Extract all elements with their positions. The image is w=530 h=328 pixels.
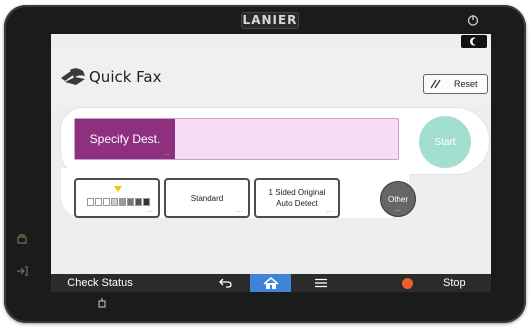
more-dots-icon: …	[163, 150, 171, 157]
touch-screen: Quick Fax Reset Specify Dest. … Start … …	[51, 34, 491, 292]
reset-label: Reset	[454, 79, 478, 89]
density-step	[95, 198, 102, 206]
original-type-button[interactable]: 1 Sided Original Auto Detect …	[254, 178, 340, 218]
media-slot-icon	[98, 298, 106, 308]
energy-saver-button[interactable]	[461, 35, 487, 48]
density-step	[127, 198, 134, 206]
start-label: Start	[434, 136, 456, 148]
specify-destination-button[interactable]: Specify Dest. …	[75, 119, 175, 159]
menu-icon	[315, 278, 327, 288]
system-status-area	[51, 34, 491, 48]
more-dots-icon: …	[146, 207, 154, 214]
back-button[interactable]	[211, 274, 241, 292]
moon-icon	[470, 37, 476, 46]
check-status-button[interactable]: Check Status	[51, 274, 149, 292]
check-status-label: Check Status	[67, 277, 133, 289]
menu-button[interactable]	[306, 274, 336, 292]
density-step	[135, 198, 142, 206]
original-detect-label: Auto Detect	[276, 199, 318, 208]
density-button[interactable]: …	[74, 178, 160, 218]
density-marker-icon	[114, 186, 122, 192]
other-settings-button[interactable]: Other …	[380, 181, 416, 217]
more-dots-icon: …	[394, 206, 402, 213]
home-icon	[262, 276, 279, 289]
density-step	[103, 198, 110, 206]
quick-fax-panel: Specify Dest. … Start … Standard … 1 Sid…	[61, 108, 489, 218]
original-type-label: 1 Sided Original Auto Detect	[269, 187, 326, 209]
resolution-button[interactable]: Standard …	[164, 178, 250, 218]
original-sides-label: 1 Sided Original	[268, 188, 326, 197]
density-step	[143, 198, 150, 206]
brand-logo: LANIER	[241, 12, 299, 29]
home-button[interactable]	[250, 274, 291, 292]
more-dots-icon: …	[236, 207, 244, 214]
login-indicator-icon	[17, 266, 28, 276]
stop-button[interactable]: Stop	[390, 274, 491, 292]
specify-destination-label: Specify Dest.	[89, 132, 161, 146]
reset-button[interactable]: Reset	[423, 74, 488, 94]
system-bar: Check Status Stop	[51, 274, 491, 292]
page-title: Quick Fax	[89, 68, 162, 86]
power-icon[interactable]	[466, 13, 480, 27]
fax-icon	[61, 68, 85, 85]
reset-icon	[430, 79, 441, 89]
density-scale	[87, 198, 150, 206]
stop-icon	[402, 277, 413, 289]
density-step	[119, 198, 126, 206]
more-dots-icon: …	[326, 207, 334, 214]
back-arrow-icon	[219, 278, 232, 288]
data-indicator-icon	[17, 234, 27, 244]
app-header: Quick Fax Reset	[51, 48, 491, 108]
density-step	[111, 198, 118, 206]
start-button[interactable]: Start	[419, 116, 471, 168]
resolution-label: Standard	[190, 193, 224, 203]
destination-field[interactable]: Specify Dest. …	[74, 118, 399, 160]
other-label: Other	[387, 194, 408, 204]
density-step	[87, 198, 94, 206]
stop-label: Stop	[443, 277, 466, 289]
